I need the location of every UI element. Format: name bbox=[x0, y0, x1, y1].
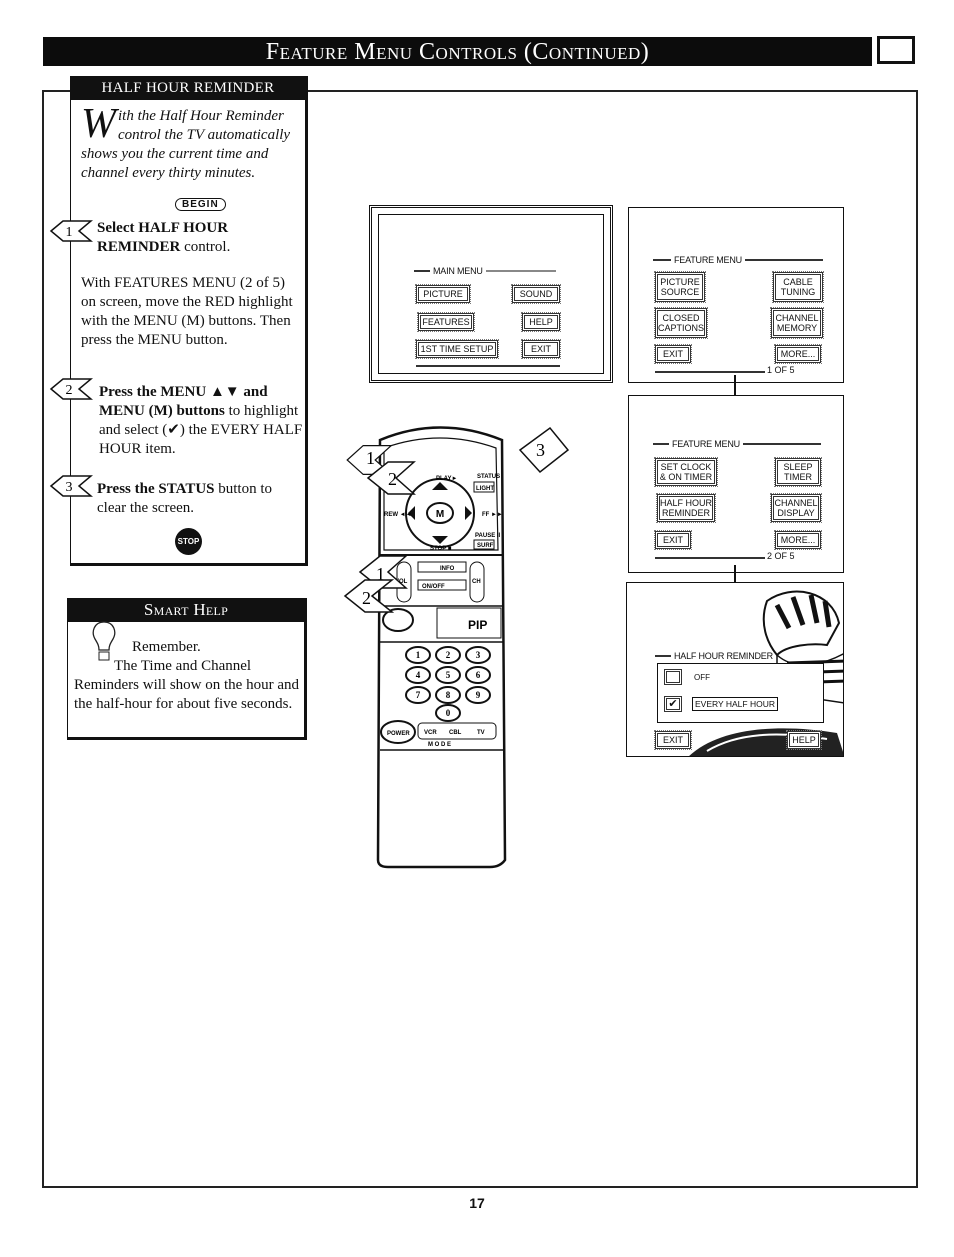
ff-label: FF ►► bbox=[482, 512, 503, 518]
digit-label: 1 bbox=[416, 650, 421, 660]
digit-label: 0 bbox=[446, 708, 451, 718]
menu-button-more[interactable]: MORE... bbox=[774, 530, 822, 550]
half-hour-reminder-box: HALF HOUR REMINDER With the Half Hour Re… bbox=[49, 76, 308, 566]
cbl-label: CBL bbox=[449, 730, 462, 736]
digit-label: 8 bbox=[446, 690, 451, 700]
begin-badge: BEGIN bbox=[175, 198, 226, 211]
menu-button-picture[interactable]: PICTURE bbox=[415, 284, 471, 304]
remember-text: Remember. bbox=[132, 639, 201, 655]
every-half-hour-checkbox[interactable]: ✔ bbox=[664, 696, 682, 712]
off-checkbox[interactable] bbox=[664, 669, 682, 685]
menu-button-set-clock[interactable]: SET CLOCK & ON TIMER bbox=[654, 457, 718, 487]
menu-button-features[interactable]: FEATURES bbox=[417, 312, 475, 332]
menu-button-channel-display[interactable]: CHANNEL DISPLAY bbox=[770, 493, 822, 523]
play-label: PLAY► bbox=[436, 476, 457, 482]
menu-button-exit[interactable]: EXIT bbox=[654, 344, 692, 364]
off-label: OFF bbox=[694, 673, 710, 682]
menu-button-exit[interactable]: EXIT bbox=[521, 339, 561, 359]
tv-label: TV bbox=[477, 730, 485, 736]
divider bbox=[416, 365, 560, 367]
power-label: POWER bbox=[387, 731, 410, 737]
mode-label: M O D E bbox=[428, 742, 451, 748]
step-3: 3 Press the STATUS button to clear the s… bbox=[49, 475, 303, 518]
half-hour-reminder-screen: HALF HOUR REMINDER OFF ✔ EVERY HALF HOUR… bbox=[626, 582, 844, 757]
menu-button-exit[interactable]: EXIT bbox=[654, 530, 692, 550]
feature-menu-2-title: FEATURE MENU bbox=[653, 439, 821, 449]
svg-text:2: 2 bbox=[66, 383, 73, 398]
menu-button-closed-captions[interactable]: CLOSED CAPTIONS bbox=[654, 307, 708, 339]
svg-text:2: 2 bbox=[388, 469, 397, 489]
step-2: 2 Press the MENU ▲▼ and MENU (M) buttons… bbox=[49, 378, 303, 459]
divider bbox=[655, 557, 765, 559]
menu-button-half-hour-reminder[interactable]: HALF HOUR REMINDER bbox=[656, 493, 716, 523]
feature-menu-2-screen: FEATURE MENU SET CLOCK & ON TIMER SLEEP … bbox=[628, 395, 844, 573]
feature-menu-1-screen: FEATURE MENU PICTURE SOURCE CABLE TUNING… bbox=[628, 207, 844, 383]
drop-cap: W bbox=[81, 101, 116, 147]
light-label: LIGHT bbox=[476, 486, 494, 492]
svg-text:1: 1 bbox=[366, 448, 375, 468]
stop-sign-icon: STOP bbox=[175, 528, 202, 555]
remote-illustration: M PLAY► STATUS LIGHT REW ◄◄ FF ►► STOP ■… bbox=[343, 426, 570, 869]
half-hour-title: HALF HOUR REMINDER bbox=[655, 651, 773, 661]
menu-button-more[interactable]: MORE... bbox=[774, 344, 822, 364]
manual-page: Feature Menu Controls (Continued) HALF H… bbox=[0, 0, 954, 1257]
menu-m-button: M bbox=[436, 509, 444, 520]
digit-label: 2 bbox=[446, 650, 451, 660]
rew-label: REW ◄◄ bbox=[384, 512, 412, 518]
step-3-diamond-icon: 3 bbox=[49, 475, 93, 497]
svg-text:1: 1 bbox=[66, 225, 73, 240]
surf-label: SURF bbox=[477, 543, 494, 549]
step-2-diamond-icon: 2 bbox=[49, 378, 93, 400]
step-3-heading: Press the STATUS bbox=[97, 481, 215, 497]
ch-label: CH bbox=[472, 579, 481, 585]
page-indicator: 2 OF 5 bbox=[767, 551, 795, 561]
step-1-diamond-icon: 1 bbox=[49, 220, 93, 242]
every-half-hour-label: EVERY HALF HOUR bbox=[692, 697, 778, 711]
menu-button-exit[interactable]: EXIT bbox=[654, 730, 692, 750]
page-indicator: 1 OF 5 bbox=[767, 365, 795, 375]
pip-label: PIP bbox=[468, 618, 487, 632]
feature-menu-1-title: FEATURE MENU bbox=[653, 255, 823, 265]
intro-text: With the Half Hour Reminder control the … bbox=[81, 101, 301, 183]
info-label: INFO bbox=[440, 566, 455, 572]
tv-screen-icon bbox=[877, 36, 915, 64]
menu-button-help[interactable]: HELP bbox=[521, 312, 561, 332]
menu-button-setup[interactable]: 1ST TIME SETUP bbox=[415, 339, 499, 359]
svg-text:2: 2 bbox=[362, 588, 371, 608]
main-menu-screen: MAIN MENU PICTURE SOUND FEATURES HELP 1S… bbox=[369, 205, 613, 383]
status-label: STATUS bbox=[477, 474, 500, 480]
digit-label: 4 bbox=[416, 670, 421, 680]
options-panel: OFF ✔ EVERY HALF HOUR bbox=[657, 663, 824, 723]
smart-help-box: Smart Help Remember. The Time and Channe… bbox=[67, 598, 307, 740]
menu-button-cable-tuning[interactable]: CABLE TUNING bbox=[772, 271, 824, 303]
vcr-label: VCR bbox=[424, 730, 437, 736]
svg-text:3: 3 bbox=[66, 480, 73, 495]
menu-button-channel-memory[interactable]: CHANNEL MEMORY bbox=[770, 307, 824, 339]
digit-label: 9 bbox=[476, 690, 481, 700]
menu-button-sleep-timer[interactable]: SLEEP TIMER bbox=[774, 457, 822, 487]
svg-text:3: 3 bbox=[536, 440, 545, 460]
step-1: 1 Select HALF HOUR REMINDER control. Wit… bbox=[49, 219, 303, 350]
digit-label: 3 bbox=[476, 650, 481, 660]
menu-button-picture-source[interactable]: PICTURE SOURCE bbox=[654, 271, 706, 303]
digit-label: 7 bbox=[416, 690, 421, 700]
menu-button-sound[interactable]: SOUND bbox=[511, 284, 561, 304]
menu-button-help[interactable]: HELP bbox=[786, 730, 822, 750]
page-number: 17 bbox=[469, 1195, 485, 1211]
divider bbox=[655, 371, 765, 373]
main-menu-title: MAIN MENU bbox=[414, 266, 556, 276]
smart-help-text: The Time and Channel Reminders will show… bbox=[74, 658, 299, 712]
digit-label: 5 bbox=[446, 670, 451, 680]
pause-label: PAUSE II bbox=[475, 533, 501, 539]
remote-control: M PLAY► STATUS LIGHT REW ◄◄ FF ►► STOP ■… bbox=[340, 420, 580, 870]
onoff-label: ON/OFF bbox=[422, 584, 445, 590]
step-1-rest: control. bbox=[180, 239, 231, 255]
stop-label: STOP ■ bbox=[430, 546, 452, 552]
step-1-detail: With FEATURES MENU (2 of 5) on screen, m… bbox=[81, 275, 293, 348]
page-title: Feature Menu Controls (Continued) bbox=[43, 37, 872, 66]
digit-label: 6 bbox=[476, 670, 481, 680]
box-title: HALF HOUR REMINDER bbox=[71, 76, 305, 100]
